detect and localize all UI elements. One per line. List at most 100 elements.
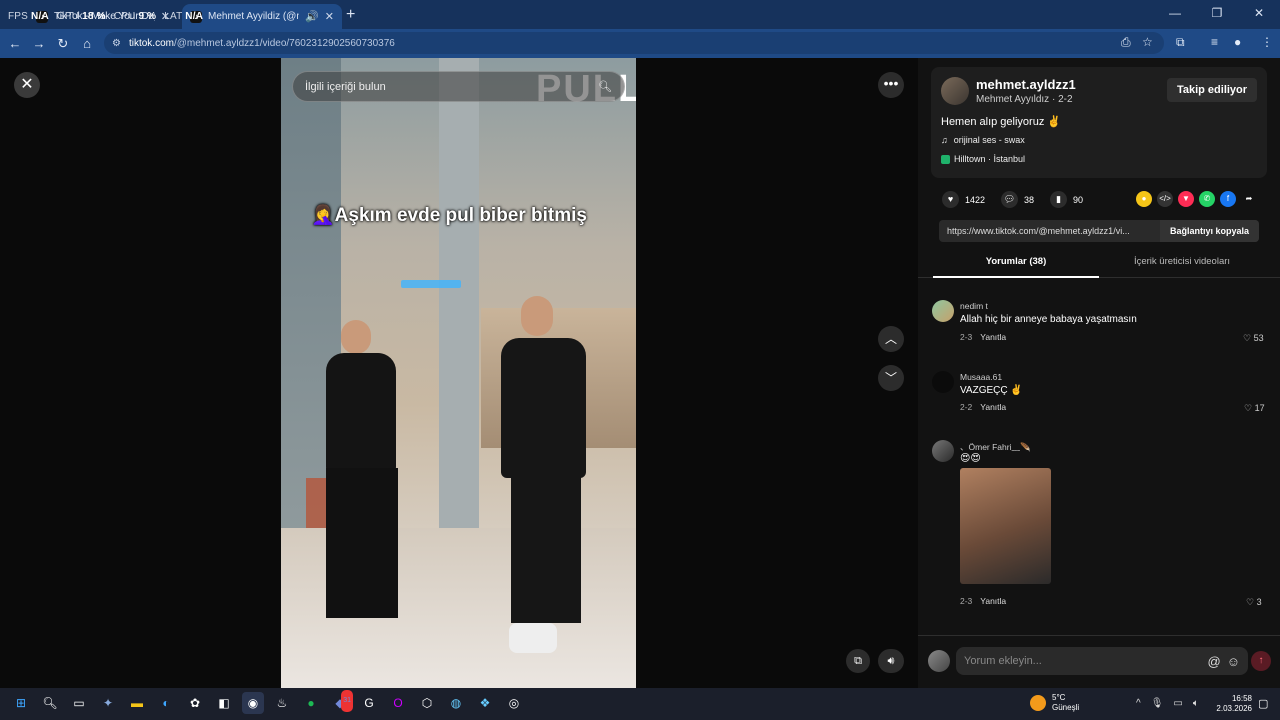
reply-button[interactable]: Yanıtla (980, 402, 1006, 412)
obs-icon[interactable]: ◎ (503, 692, 525, 714)
app-icon-g[interactable]: G (358, 692, 380, 714)
steam-icon[interactable]: ♨ (271, 692, 293, 714)
copilot-icon[interactable]: ✦ (97, 692, 119, 714)
restore-icon[interactable]: ❐ (1196, 0, 1238, 29)
store-icon[interactable]: ◧ (213, 692, 235, 714)
location-link[interactable]: Hilltown · İstanbul (941, 154, 1025, 164)
url-field[interactable]: ⚙ tiktok.com/@mehmet.ayldzz1/video/76023… (104, 32, 1164, 54)
commenter-avatar[interactable] (932, 440, 954, 462)
reply-button[interactable]: Yanıtla (980, 596, 1006, 606)
comment-item: nedim t Allah hiç bir anneye babaya yaşa… (932, 300, 1268, 350)
clock[interactable]: 16:58 2.03.2026 (1216, 694, 1252, 714)
back-icon[interactable]: ← (3, 36, 27, 51)
browser-menu-icon[interactable]: ⋮ (1261, 35, 1273, 49)
profile-avatar-icon[interactable]: ● (1234, 35, 1241, 49)
commenter-avatar[interactable] (932, 371, 954, 393)
file-explorer-icon[interactable]: ▬ (126, 692, 148, 714)
related-search-input[interactable]: İlgili içeriği bulun 🔍︎ (292, 71, 625, 102)
music-note-icon: ♫ (941, 135, 948, 145)
tab-comments[interactable]: Yorumlar (38) (933, 254, 1099, 278)
cpu-readout: CPU 9 % (113, 11, 157, 22)
facebook-icon[interactable]: f (1220, 191, 1236, 207)
browser-tab-bar: ♪ TikTok - Make Your Day ✕ ♪ Mehmet Ayyi… (0, 0, 1280, 29)
speaker-icon[interactable]: 🔊 (305, 10, 319, 23)
music-link[interactable]: ♫ orijinal ses - swax (941, 135, 1025, 145)
save-button[interactable]: ▮ 90 (1050, 191, 1083, 208)
picture-in-picture-button[interactable]: ⧉ (846, 649, 870, 673)
author-username[interactable]: mehmet.ayldzz1 (976, 77, 1076, 92)
comment-button[interactable]: 💬︎ 38 (1001, 191, 1034, 208)
home-icon[interactable]: ⌂ (75, 36, 99, 51)
extensions-icon[interactable]: ⧉ (1176, 35, 1185, 50)
close-tab-icon[interactable]: ✕ (325, 10, 334, 23)
opera-icon[interactable]: O (387, 692, 409, 714)
media-control-icon[interactable]: ≡ (1211, 35, 1218, 49)
edge-icon[interactable]: ◐ (155, 692, 177, 714)
start-menu-icon[interactable]: ⊞ (10, 692, 32, 714)
comment-like-button[interactable]: ♡ 3 (1246, 597, 1262, 608)
microphone-icon[interactable]: 🎙︎ (1151, 698, 1164, 709)
comment-input[interactable]: Yorum ekleyin... @ ☺ (956, 647, 1248, 675)
whatsapp-icon[interactable]: ✆ (1199, 191, 1215, 207)
next-video-button[interactable]: ﹀ (878, 365, 904, 391)
chevron-up-icon[interactable]: ^ (1136, 698, 1141, 709)
lat-readout: LAT N/A (164, 11, 204, 22)
embed-icon[interactable]: </> (1157, 191, 1173, 207)
commenter-avatar[interactable] (932, 300, 954, 322)
emoji-icon[interactable]: ☺ (1227, 654, 1240, 669)
chrome-icon[interactable]: ◉ (242, 692, 264, 714)
comment-like-button[interactable]: ♡ 53 (1243, 333, 1264, 344)
weather-widget[interactable]: 5°C Güneşli (1030, 693, 1079, 713)
globe-icon[interactable]: ◍ (445, 692, 467, 714)
bookmark-star-icon[interactable]: ☆ (1142, 35, 1153, 49)
chatgpt-icon[interactable]: ✿ (184, 692, 206, 714)
tab-mehmet-video[interactable]: ♪ Mehmet Ayyildiz (@mehm 🔊 ✕ (182, 4, 342, 29)
install-app-icon[interactable]: ⎙ (1121, 35, 1131, 50)
video-info-card: mehmet.ayldzz1 Mehmet Ayyıldız · 2-2 Tak… (931, 67, 1267, 178)
discord-icon[interactable]: ◆ 31 (329, 690, 353, 714)
search-icon[interactable]: 🔍︎ (39, 692, 61, 714)
notification-icon[interactable]: ▢ (1258, 697, 1268, 710)
reload-icon[interactable]: ↻ (51, 36, 75, 52)
app-icon-hex[interactable]: ⬡ (416, 692, 438, 714)
follow-button[interactable]: Takip ediliyor (1167, 78, 1257, 102)
close-window-icon[interactable]: ✕ (1238, 0, 1280, 29)
display-icon[interactable]: ▭ (1173, 698, 1182, 709)
comment-text: Allah hiç bir anneye babaya yaşatmasın (960, 314, 1137, 325)
search-icon[interactable]: 🔍︎ (598, 80, 612, 93)
send-icon[interactable]: ▼ (1178, 191, 1194, 207)
comment-image[interactable] (960, 468, 1051, 584)
like-button[interactable]: ♥ 1422 (942, 191, 985, 208)
panel-tabs: Yorumlar (38) İçerik üreticisi videoları (918, 254, 1280, 278)
copy-link-button[interactable]: Bağlantıyı kopyala (1159, 220, 1259, 242)
spotify-icon[interactable]: ● (300, 692, 322, 714)
coin-icon[interactable]: ● (1136, 191, 1152, 207)
volume-icon[interactable]: 🔈︎ (1193, 698, 1199, 709)
network-app-icon[interactable]: ❖ (474, 692, 496, 714)
tab-creator-videos[interactable]: İçerik üreticisi videoları (1099, 254, 1265, 270)
site-info-icon[interactable]: ⚙ (112, 38, 121, 49)
author-avatar[interactable] (941, 77, 969, 105)
commenter-name[interactable]: 、Ömer Fahri﹏🪶 (960, 441, 1031, 453)
comment-like-button[interactable]: ♡ 17 (1244, 403, 1265, 414)
mention-icon[interactable]: @ (1208, 654, 1221, 669)
commenter-name[interactable]: Musaaa.61 (960, 372, 1002, 382)
volume-button[interactable]: 🔊︎ (878, 649, 904, 673)
forward-icon[interactable]: → (27, 36, 51, 51)
more-options-button[interactable]: ••• (878, 72, 904, 98)
close-button[interactable]: ✕ (14, 72, 40, 98)
video-player[interactable]: PULL (281, 58, 636, 688)
video-caption: 🤦‍♀️Aşkım evde pul biber bitmiş (311, 205, 588, 226)
minimize-icon[interactable]: — (1154, 0, 1196, 29)
new-tab-button[interactable]: + (346, 6, 355, 24)
url-path: /@mehmet.ayldzz1/video/76023129025607303… (173, 37, 395, 49)
send-comment-button[interactable]: ↑ (1251, 651, 1271, 671)
reply-button[interactable]: Yanıtla (980, 332, 1006, 342)
task-view-icon[interactable]: ▭ (68, 692, 90, 714)
previous-video-button[interactable]: ︿ (878, 326, 904, 352)
video-url[interactable]: https://www.tiktok.com/@mehmet.ayldzz1/v… (939, 226, 1160, 236)
commenter-name[interactable]: nedim t (960, 301, 988, 311)
share-arrow-icon[interactable]: ➦ (1241, 191, 1257, 207)
bookmark-icon: ▮ (1050, 191, 1068, 208)
clock-time: 16:58 (1231, 694, 1252, 703)
